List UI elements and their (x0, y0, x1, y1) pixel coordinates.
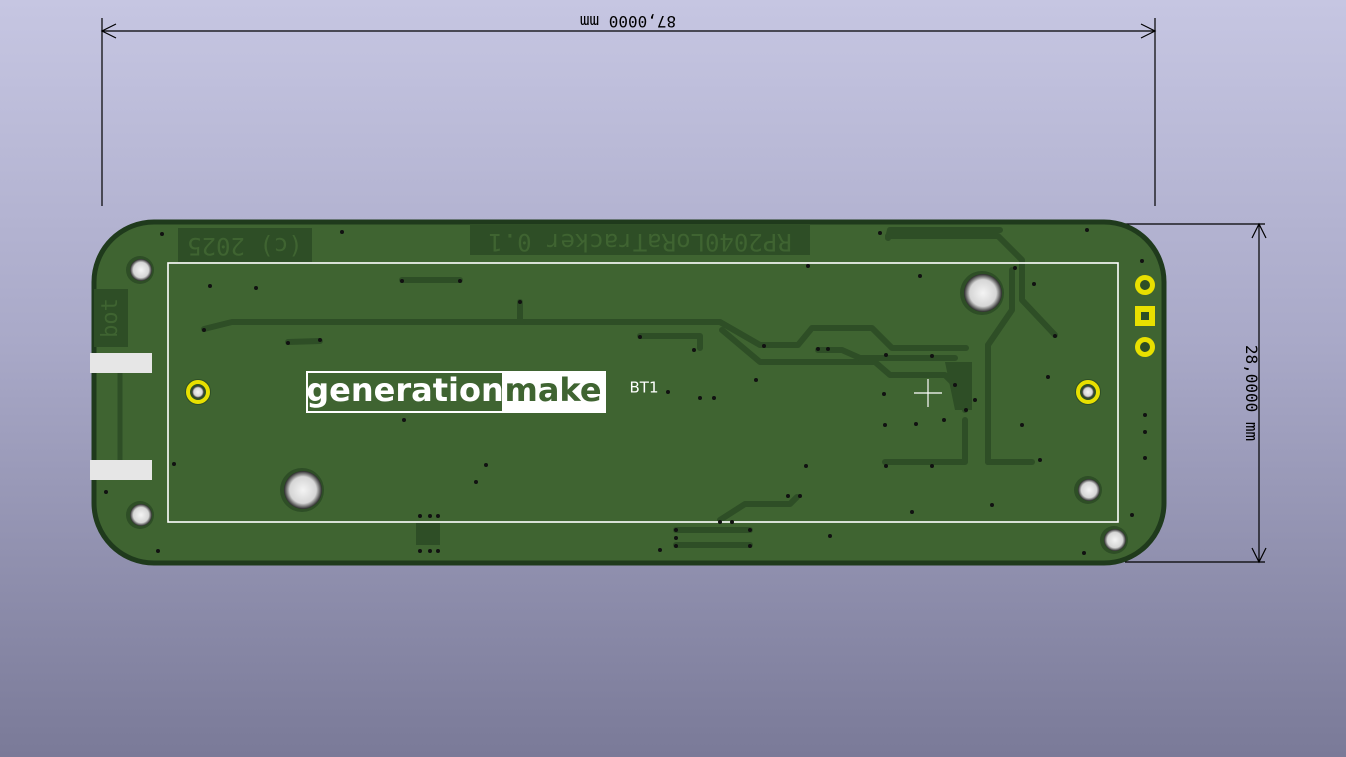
smd-pad (416, 523, 440, 545)
svg-text:make: make (504, 371, 601, 409)
edge-pad-bottom (90, 460, 152, 480)
copyright-text: (c) 2025 (187, 232, 303, 260)
edge-pad-top (90, 353, 152, 373)
width-dimension-label: 87,0000 mm (580, 12, 676, 31)
side-label-text: bot (98, 298, 123, 338)
board-name-text: RP2040LoRaTracker 0.1 (488, 228, 791, 256)
width-dimension (100, 18, 1157, 206)
svg-text:generation: generation (306, 371, 504, 409)
pcb-3d-viewport[interactable]: 87,0000 mm 28,0000 mm RP2040LoRaTracker … (0, 0, 1346, 757)
height-dimension-label: 28,0000 mm (1242, 345, 1261, 441)
generationmake-logo: generation make (306, 371, 606, 413)
component-ref-bt1: BT1 (630, 379, 659, 397)
